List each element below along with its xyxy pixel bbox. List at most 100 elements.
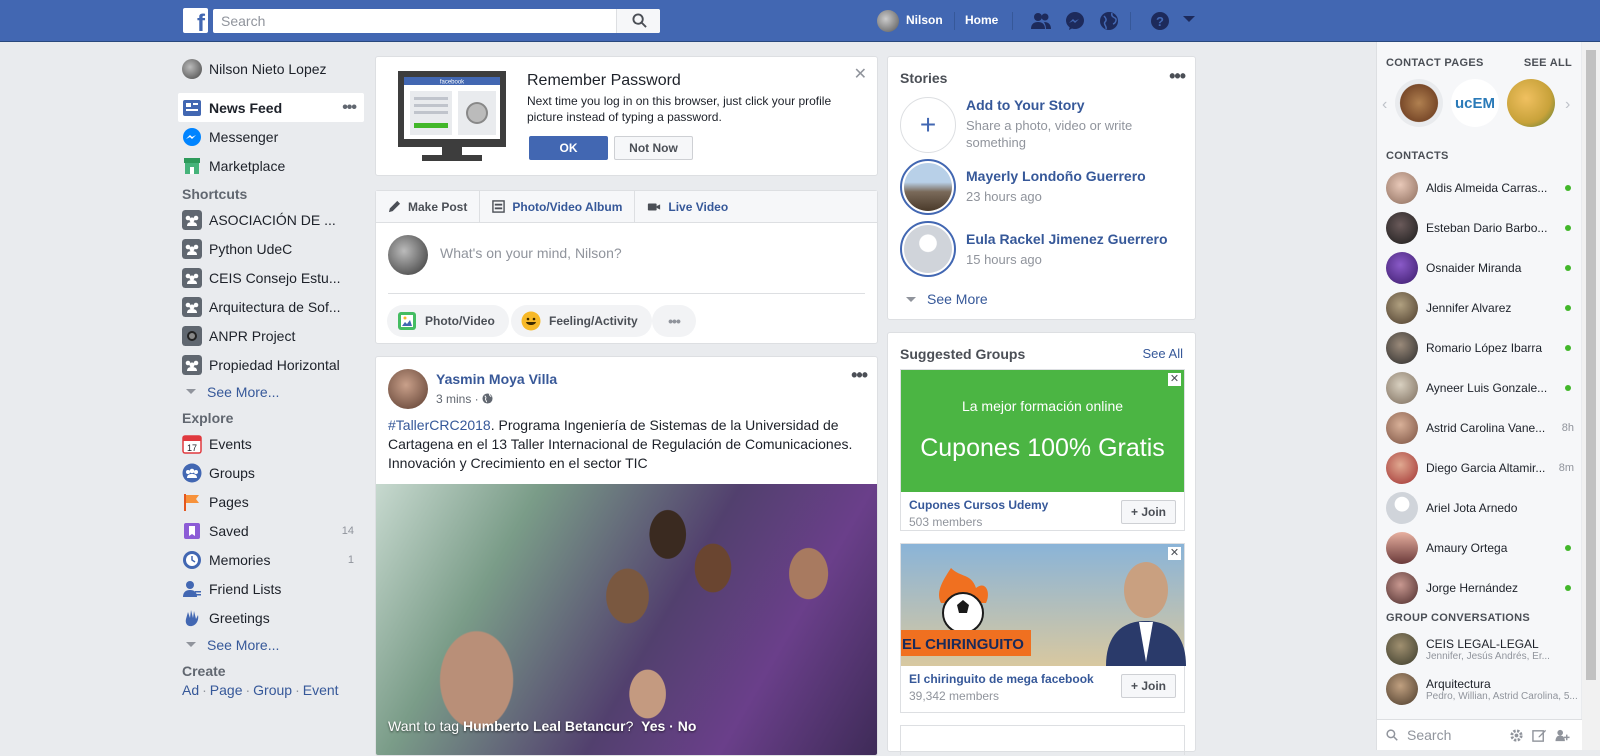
tab-label: Make Post: [408, 199, 468, 214]
tab-make-post[interactable]: Make Post: [376, 190, 481, 223]
chevron-right-icon[interactable]: ›: [1565, 96, 1570, 114]
join-group-button[interactable]: + Join: [1121, 500, 1176, 524]
close-icon[interactable]: ✕: [1168, 373, 1181, 386]
sidebar-item-events[interactable]: 17 Events: [178, 429, 364, 458]
not-now-button[interactable]: Not Now: [614, 136, 693, 160]
story-avatar[interactable]: [900, 221, 956, 277]
account-menu-chevron-down-icon[interactable]: [1182, 14, 1196, 24]
tab-photo-video-album[interactable]: Photo/Video Album: [480, 190, 636, 223]
story-name[interactable]: Eula Rackel Jimenez Guerrero: [966, 231, 1168, 247]
post-photo[interactable]: [376, 484, 877, 755]
stories-heading: Stories: [900, 70, 948, 86]
new-group-icon[interactable]: [1555, 728, 1571, 743]
sidebar-item-label: Pages: [209, 493, 249, 510]
contact-row[interactable]: Diego Garcia Altamir... 8m: [1386, 448, 1578, 488]
contact-page-avatar[interactable]: ucEM: [1451, 79, 1499, 127]
more-options-icon[interactable]: •••: [342, 99, 357, 117]
close-icon[interactable]: ✕: [854, 64, 867, 84]
post-timestamp[interactable]: 3 mins ·: [436, 392, 493, 406]
composer-input[interactable]: What's on your mind, Nilson?: [440, 245, 622, 261]
help-icon[interactable]: ?: [1149, 11, 1171, 31]
avatar: [182, 59, 202, 79]
contact-row[interactable]: Esteban Dario Barbo...: [1386, 208, 1578, 248]
suggested-group[interactable]: [900, 725, 1185, 755]
feeling-activity-button[interactable]: Feeling/Activity: [511, 305, 652, 337]
gear-icon[interactable]: [1509, 728, 1524, 743]
home-link[interactable]: Home: [965, 13, 998, 27]
sidebar-item-shortcut[interactable]: ASOCIACIÓN DE ...: [178, 205, 364, 234]
friend-requests-icon[interactable]: [1030, 11, 1052, 31]
messenger-icon[interactable]: [1064, 11, 1086, 31]
group-name[interactable]: Cupones Cursos Udemy: [909, 498, 1048, 512]
stories-options-icon[interactable]: •••: [1169, 66, 1186, 87]
sidebar-item-memories[interactable]: Memories 1: [178, 545, 364, 574]
story-avatar[interactable]: [900, 159, 956, 215]
profile-link[interactable]: Nilson Nieto Lopez: [178, 55, 364, 83]
create-page-link[interactable]: Page: [210, 682, 243, 698]
contact-page-avatar[interactable]: [1507, 79, 1555, 127]
sidebar-item-shortcut[interactable]: ANPR Project: [178, 321, 364, 350]
tag-yes-no-buttons[interactable]: Yes · No: [641, 718, 696, 734]
contact-row[interactable]: Ayneer Luis Gonzale...: [1386, 368, 1578, 408]
scrollbar-thumb[interactable]: [1586, 50, 1596, 680]
group-conversation-row[interactable]: Arquitectura Pedro, Willian, Astrid Carol…: [1386, 669, 1578, 709]
see-all-link[interactable]: SEE ALL: [1524, 57, 1572, 69]
sidebar-item-shortcut[interactable]: Python UdeC: [178, 234, 364, 263]
add-story-plus-icon[interactable]: +: [900, 97, 956, 153]
group-conversation-row[interactable]: CEIS LEGAL-LEGAL Jennifer, Jesús Andrés, …: [1386, 629, 1578, 669]
page-scrollbar[interactable]: [1582, 42, 1600, 750]
create-event-link[interactable]: Event: [303, 682, 339, 698]
search-input[interactable]: [213, 9, 660, 33]
contact-row[interactable]: Aldis Almeida Carras...: [1386, 168, 1578, 208]
contact-row[interactable]: Romario López Ibarra: [1386, 328, 1578, 368]
add-story-link[interactable]: Add to Your Story: [966, 97, 1084, 113]
shortcuts-see-more-link[interactable]: See More...: [178, 379, 364, 404]
contact-page-avatar[interactable]: [1395, 79, 1443, 127]
contact-row[interactable]: Ariel Jota Arnedo: [1386, 488, 1578, 528]
sidebar-item-messenger[interactable]: Messenger: [178, 122, 364, 151]
avatar[interactable]: [388, 369, 428, 409]
hashtag-link[interactable]: #TallerCRC2018: [388, 417, 491, 433]
sidebar-item-shortcut[interactable]: CEIS Consejo Estu...: [178, 263, 364, 292]
post-options-icon[interactable]: •••: [851, 365, 868, 386]
avatar[interactable]: [877, 10, 899, 32]
join-group-button[interactable]: + Join: [1121, 674, 1176, 698]
story-name[interactable]: Mayerly Londoño Guerrero: [966, 168, 1146, 184]
sidebar-item-saved[interactable]: Saved 14: [178, 516, 364, 545]
close-icon[interactable]: ✕: [1168, 547, 1181, 560]
contact-row[interactable]: Amaury Ortega: [1386, 528, 1578, 568]
search-button[interactable]: [616, 9, 660, 33]
sidebar-item-shortcut[interactable]: Propiedad Horizontal: [178, 350, 364, 379]
sidebar-item-friend-lists[interactable]: Friend Lists: [178, 574, 364, 603]
suggested-group[interactable]: La mejor formación online Cupones 100% G…: [900, 369, 1185, 531]
suggested-group[interactable]: EL CHIRINGUITO ✕ El chiringuito de mega …: [900, 543, 1186, 713]
sidebar-item-marketplace[interactable]: Marketplace: [178, 151, 364, 180]
contact-row[interactable]: Osnaider Miranda: [1386, 248, 1578, 288]
sidebar-item-greetings[interactable]: Greetings: [178, 603, 364, 632]
sidebar-item-news-feed[interactable]: News Feed •••: [178, 93, 364, 122]
sidebar-item-shortcut[interactable]: Arquitectura de Sof...: [178, 292, 364, 321]
chat-search-input[interactable]: [1405, 726, 1505, 744]
explore-see-more-link[interactable]: See More...: [178, 632, 364, 657]
sidebar-item-groups[interactable]: Groups: [178, 458, 364, 487]
sidebar-item-pages[interactable]: Pages: [178, 487, 364, 516]
profile-link[interactable]: Nilson: [906, 13, 943, 27]
more-options-icon[interactable]: •••: [652, 305, 696, 337]
create-group-link[interactable]: Group: [253, 682, 292, 698]
contact-row[interactable]: Astrid Carolina Vane... 8h: [1386, 408, 1578, 448]
post-author-link[interactable]: Yasmin Moya Villa: [436, 371, 557, 387]
notifications-globe-icon[interactable]: [1098, 11, 1120, 31]
photo-video-button[interactable]: Photo/Video: [387, 305, 509, 337]
chevron-left-icon[interactable]: ‹: [1382, 96, 1387, 114]
group-name[interactable]: El chiringuito de mega facebook: [909, 672, 1094, 686]
contact-row[interactable]: Jennifer Alvarez: [1386, 288, 1578, 328]
see-all-link[interactable]: See All: [1143, 346, 1183, 361]
ok-button[interactable]: OK: [529, 136, 608, 160]
avatar: [1386, 332, 1418, 364]
tab-live-video[interactable]: Live Video: [635, 191, 740, 223]
create-ad-link[interactable]: Ad: [182, 682, 199, 698]
contact-row[interactable]: Jorge Hernández: [1386, 568, 1578, 608]
stories-see-more-link[interactable]: See More: [906, 291, 988, 307]
new-message-icon[interactable]: [1532, 728, 1547, 743]
facebook-logo-icon[interactable]: f: [183, 8, 208, 36]
